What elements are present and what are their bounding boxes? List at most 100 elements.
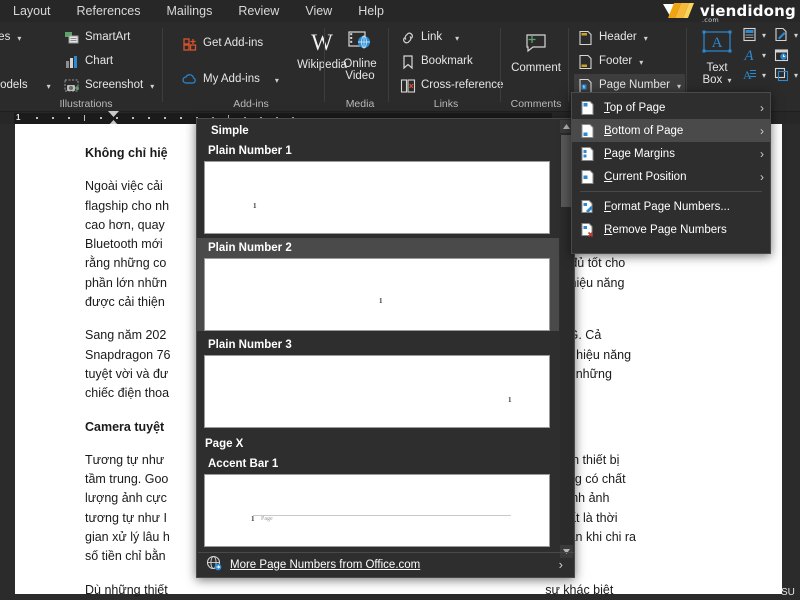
tab-layout[interactable]: Layout	[0, 0, 64, 22]
ribbon-item-header[interactable]: Header ▾	[574, 26, 685, 50]
page-number-gallery[interactable]: Simple Plain Number 1 1 Plain Number 2 1…	[196, 118, 575, 578]
menu-item-format-page-numbers[interactable]: Format Page Numbers...	[572, 195, 770, 218]
menu-item-page-margins[interactable]: Page Margins ›	[572, 142, 770, 165]
online-video-label: Online Video	[343, 58, 377, 82]
menu-item-remove-page-numbers[interactable]: Remove Page Numbers	[572, 218, 770, 241]
ribbon-item-icons[interactable]: ons	[0, 50, 55, 74]
ribbon-item-shapes[interactable]: hapes ▾	[0, 26, 55, 50]
chart-label: Chart	[85, 55, 114, 68]
doc-line: Dù những thiết sự khác biệt	[85, 582, 614, 597]
ribbon-item-cross-reference[interactable]: Cross-reference	[396, 74, 507, 98]
chevron-down-icon[interactable]: ▾	[794, 31, 798, 40]
ribbon-item-get-addins[interactable]: Get Add-ins	[178, 32, 283, 56]
group-divider	[568, 28, 569, 102]
ribbon-item-comment[interactable]: Comment	[508, 28, 564, 74]
ribbon-item-3d-models[interactable]: D Models ▾	[0, 74, 55, 98]
object-icon[interactable]	[774, 67, 790, 83]
menu-item-bottom-of-page[interactable]: Bottom of Page ›	[572, 119, 770, 142]
chevron-down-icon: ▾	[643, 33, 648, 43]
brand-name: viendidong .com	[700, 2, 796, 24]
footer-label: Footer	[599, 55, 633, 68]
signature-line-icon[interactable]	[774, 27, 790, 43]
menu-item-label: Bottom of Page	[604, 124, 684, 137]
tab-help[interactable]: Help	[345, 0, 397, 22]
gallery-item-label: Accent Bar 1	[208, 458, 279, 470]
chevron-right-icon: ›	[760, 146, 764, 161]
tab-references[interactable]: References	[64, 0, 154, 22]
doc-heading-1-text: Không chỉ hiệ	[85, 146, 168, 160]
group-title-comments: Comments	[510, 98, 562, 110]
gallery-item-label: Plain Number 1	[208, 145, 292, 157]
gallery-item-preview: 1	[204, 355, 550, 428]
smartart-icon	[64, 30, 80, 46]
menu-item-label: Remove Page Numbers	[604, 223, 727, 236]
group-title-links: Links	[433, 98, 459, 110]
shapes-label: hapes	[0, 31, 11, 44]
page-margins-icon	[580, 146, 596, 162]
menu-item-top-of-page[interactable]: Top of Page ›	[572, 96, 770, 119]
chevron-down-icon[interactable]: ▾	[794, 71, 798, 80]
screenshot-label: Screenshot	[85, 79, 144, 92]
date-time-icon[interactable]	[774, 47, 790, 63]
quick-parts-icon[interactable]	[742, 27, 758, 43]
gallery-item-accent-bar-1[interactable]: Accent Bar 1 1 Page	[197, 454, 559, 547]
my-addins-icon	[182, 72, 198, 88]
doc-line: số tiền chỉ bằn	[85, 549, 166, 564]
footer-icon	[578, 54, 594, 70]
viendidong-watermark: viendidong .com	[661, 1, 796, 24]
gallery-item-plain-number-2[interactable]: Plain Number 2 1	[197, 238, 559, 331]
ruler-start-number: 1	[16, 113, 21, 122]
viendidong-logo-icon	[661, 1, 695, 20]
chevron-right-icon: ›	[760, 123, 764, 138]
text-box-label: Text Box ▾	[702, 62, 732, 86]
menu-item-label: Top of Page	[604, 101, 666, 114]
gallery-item-plain-number-1[interactable]: Plain Number 1 1	[197, 141, 559, 234]
comment-icon	[523, 32, 549, 59]
chevron-down-icon[interactable]: ▾	[762, 71, 766, 80]
ribbon-item-text-box[interactable]: A Text Box ▾	[692, 26, 742, 87]
group-divider	[686, 28, 687, 102]
ribbon-item-screenshot[interactable]: Screenshot ▾	[60, 74, 158, 98]
ribbon-item-chart[interactable]: Chart	[60, 50, 158, 74]
ribbon-item-link[interactable]: Link ▾	[396, 26, 507, 50]
chevron-down-icon: ▾	[455, 33, 460, 43]
doc-heading-2-text: Camera tuyệt	[85, 419, 165, 434]
ribbon-item-footer[interactable]: Footer ▾	[574, 50, 685, 74]
ribbon-item-online-video[interactable]: Online Video	[332, 26, 388, 82]
menu-separator	[580, 191, 762, 192]
ribbon-group-illustrations: hapes ▾ ons D Models ▾	[0, 22, 172, 112]
header-label: Header	[599, 31, 637, 44]
chevron-down-icon: ▾	[17, 33, 22, 43]
top-of-page-icon	[580, 100, 596, 116]
wordart-icon[interactable]: A	[742, 47, 758, 64]
chevron-down-icon[interactable]: ▾	[762, 31, 766, 40]
tab-mailings[interactable]: Mailings	[153, 0, 225, 22]
gallery-category-simple: Simple	[211, 125, 249, 137]
group-divider	[162, 28, 163, 102]
chevron-down-icon[interactable]: ▾	[762, 51, 766, 60]
ribbon-group-comments: Comment Comments	[502, 22, 570, 112]
group-title-media: Media	[345, 98, 375, 110]
tab-review[interactable]: Review	[225, 0, 292, 22]
tab-view[interactable]: View	[292, 0, 345, 22]
ribbon-item-bookmark[interactable]: Bookmark	[396, 50, 507, 74]
chart-icon	[64, 54, 80, 70]
drop-cap-icon[interactable]: A	[742, 67, 758, 83]
menu-item-current-position[interactable]: Current Position ›	[572, 165, 770, 188]
more-page-numbers-label: More Page Numbers from Office.com	[230, 558, 421, 571]
format-page-numbers-icon	[580, 199, 596, 215]
group-divider	[500, 28, 501, 102]
page-number-menu[interactable]: Top of Page › Bottom of Page › Page Marg…	[571, 92, 771, 254]
get-addins-label: Get Add-ins	[203, 37, 264, 50]
get-addins-icon	[182, 36, 198, 52]
header-icon	[578, 30, 594, 46]
gallery-item-plain-number-3[interactable]: Plain Number 3 1	[197, 335, 559, 428]
group-divider	[388, 28, 389, 102]
gallery-item-label: Plain Number 3	[208, 339, 292, 351]
more-page-numbers-item[interactable]: More Page Numbers from Office.com ›	[198, 552, 575, 576]
ribbon-item-smartart[interactable]: SmartArt	[60, 26, 158, 50]
ribbon-item-my-addins[interactable]: My Add-ins ▾	[178, 68, 283, 92]
bottom-of-page-icon	[580, 123, 596, 139]
cross-reference-label: Cross-reference	[421, 79, 504, 92]
gallery-item-label: Plain Number 2	[208, 242, 292, 254]
